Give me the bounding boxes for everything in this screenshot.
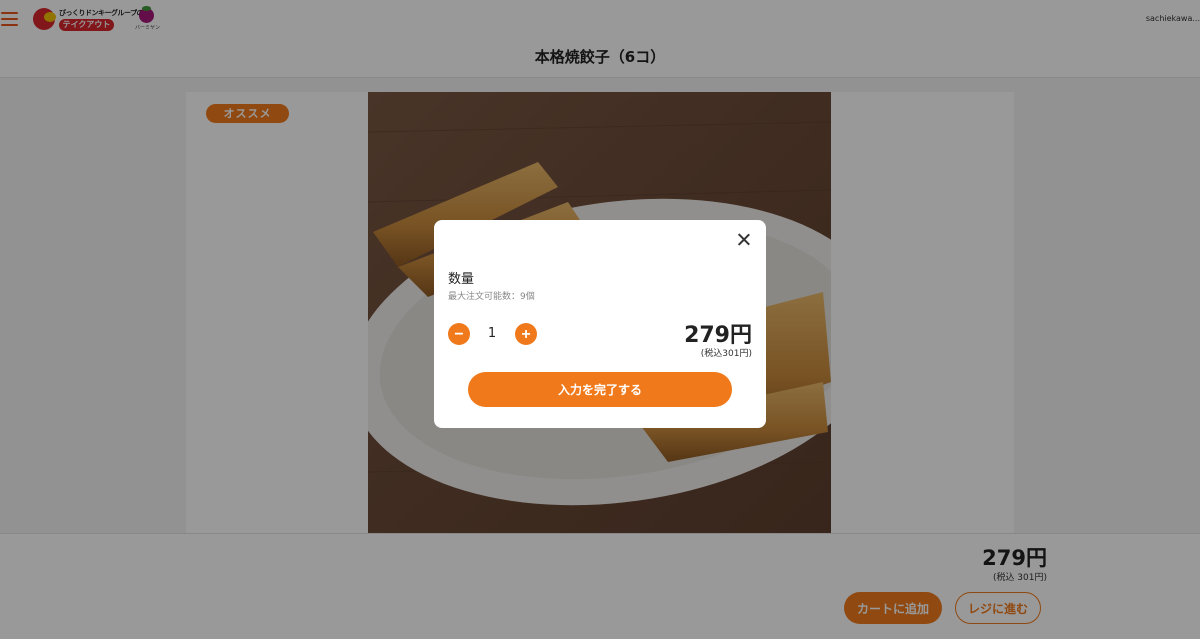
modal-price: 279円 (684, 323, 752, 348)
close-icon[interactable] (736, 232, 752, 248)
increase-quantity-button[interactable]: + (515, 323, 537, 345)
max-order-note: 最大注文可能数：9個 (448, 292, 535, 302)
quantity-modal: 数量 最大注文可能数：9個 − 1 + 279円 (税込301円) 入力を完了す… (434, 220, 766, 428)
decrease-quantity-button[interactable]: − (448, 323, 470, 345)
complete-input-button[interactable]: 入力を完了する (468, 372, 732, 407)
modal-tax-price: (税込301円) (700, 349, 752, 359)
quantity-label: 数量 (448, 272, 475, 287)
quantity-value: 1 (487, 326, 497, 341)
